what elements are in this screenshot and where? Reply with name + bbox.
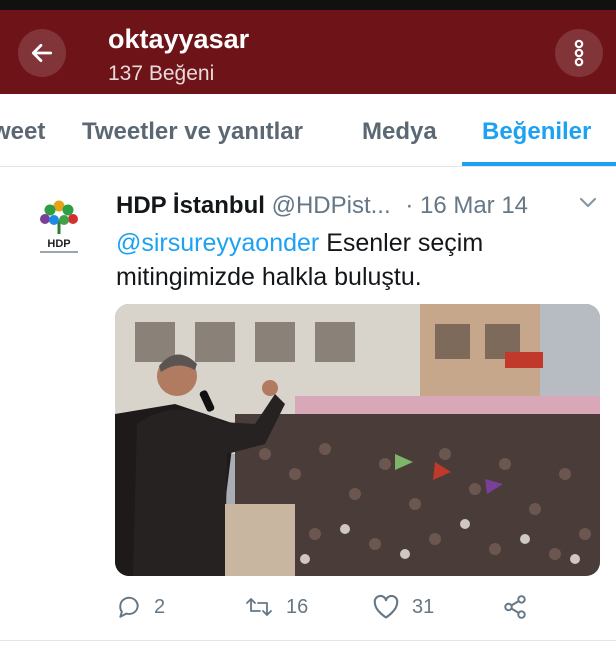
tab-tweets[interactable]: weet <box>0 118 45 146</box>
avatar[interactable]: HDP <box>36 198 82 258</box>
chevron-down-icon[interactable] <box>578 196 598 210</box>
mention-link[interactable]: @sirsureyyaonder <box>116 229 319 257</box>
profile-tabs: weet Tweetler ve yanıtlar Medya Beğenile… <box>0 94 616 167</box>
back-button[interactable] <box>18 29 66 77</box>
more-options-button[interactable] <box>555 29 603 77</box>
tab-likes[interactable]: Beğeniler <box>482 118 591 146</box>
likes-count: 137 Beğeni <box>108 62 215 85</box>
profile-name: oktayyasar <box>108 24 250 54</box>
tab-media[interactable]: Medya <box>362 118 437 146</box>
tweet[interactable]: HDP HDP İstanbul @HDPist... · 16 Mar 14 … <box>0 170 616 640</box>
tweet-photo[interactable] <box>115 304 600 576</box>
reply-count: 2 <box>154 595 166 618</box>
tweet-date: · 16 Mar 14 <box>405 192 529 219</box>
more-vertical-icon <box>574 39 584 67</box>
reply-icon <box>119 596 139 618</box>
heart-icon <box>373 594 399 619</box>
like-count: 31 <box>412 595 435 618</box>
share-icon <box>504 595 526 619</box>
tree-logo-icon <box>40 200 78 234</box>
retweet-icon <box>246 598 272 616</box>
tab-tweets-and-replies[interactable]: Tweetler ve yanıtlar <box>82 118 303 146</box>
avatar-label: HDP <box>47 238 70 250</box>
reply-button[interactable]: 2 <box>116 594 165 620</box>
rally-photo <box>115 304 600 576</box>
author-name[interactable]: HDP İstanbul <box>116 192 265 219</box>
share-button[interactable] <box>502 594 528 620</box>
tweet-divider <box>0 640 616 641</box>
retweet-button[interactable]: 16 <box>244 594 308 620</box>
like-button[interactable]: 31 <box>372 594 434 620</box>
app-bar: oktayyasar 137 Beğeni <box>0 10 616 94</box>
retweet-count: 16 <box>286 595 309 618</box>
arrow-left-icon <box>31 44 53 62</box>
active-tab-indicator <box>462 162 616 166</box>
tweet-header: HDP İstanbul @HDPist... · 16 Mar 14 <box>116 192 528 220</box>
author-handle[interactable]: @HDPist... <box>272 192 391 219</box>
tweet-text: @sirsureyyaonder Esenler seçim mitingimi… <box>116 226 586 294</box>
tweet-actions: 2 16 31 <box>116 594 596 624</box>
status-bar <box>0 0 616 10</box>
